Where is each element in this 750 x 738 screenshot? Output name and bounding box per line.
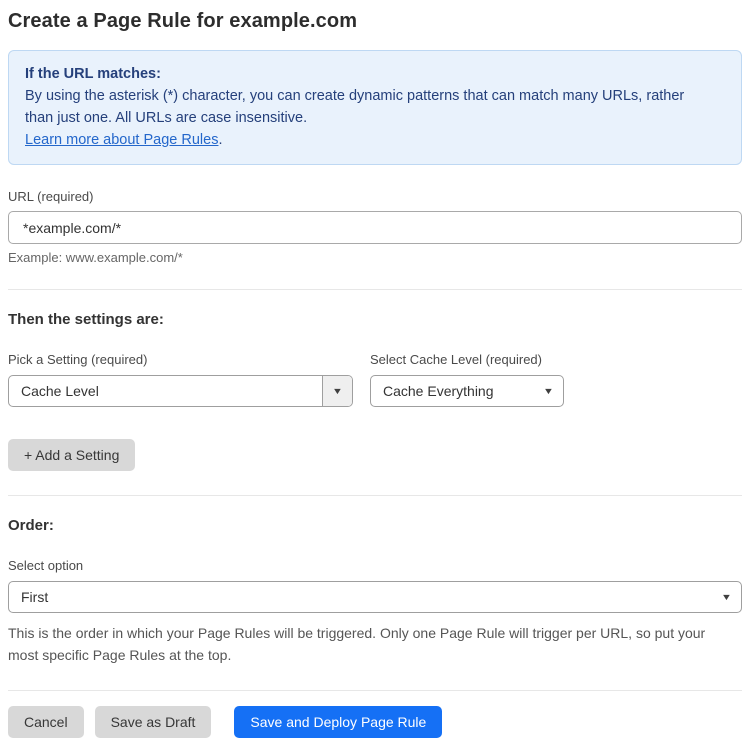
url-field-label: URL (required): [8, 189, 94, 204]
learn-more-link[interactable]: Learn more about Page Rules: [25, 132, 218, 148]
cancel-button[interactable]: Cancel: [8, 706, 84, 738]
save-and-deploy-button[interactable]: Save and Deploy Page Rule: [234, 706, 443, 738]
chevron-down-icon: ▼: [542, 386, 554, 396]
chevron-down-icon: ▼: [720, 592, 732, 602]
order-section-heading: Order:: [8, 517, 54, 534]
url-field-helper: Example: www.example.com/*: [8, 250, 183, 265]
info-box-body: By using the asterisk (*) character, you…: [25, 88, 685, 126]
setting-picker-arrow-button[interactable]: ▼: [322, 376, 352, 406]
settings-section-heading: Then the settings are:: [8, 311, 164, 328]
cache-level-label: Select Cache Level (required): [370, 352, 542, 367]
url-input[interactable]: [8, 211, 742, 244]
info-box-heading: If the URL matches:: [25, 66, 161, 82]
setting-picker-column: Pick a Setting (required) Cache Level ▼: [8, 352, 353, 407]
cache-level-column: Select Cache Level (required) Cache Ever…: [370, 352, 564, 407]
info-box-link-line: Learn more about Page Rules.: [25, 129, 725, 151]
settings-row: Pick a Setting (required) Cache Level ▼ …: [8, 352, 742, 407]
page-title: Create a Page Rule for example.com: [8, 10, 358, 32]
cache-level-arrow: ▼: [533, 386, 563, 396]
order-select-value: First: [21, 589, 49, 605]
cache-level-select[interactable]: Cache Everything ▼: [370, 375, 564, 407]
link-period: .: [218, 132, 223, 148]
order-select[interactable]: First ▼: [8, 581, 742, 613]
chevron-down-icon: ▼: [331, 386, 344, 396]
save-as-draft-button[interactable]: Save as Draft: [94, 706, 212, 738]
footer-actions: Cancel Save as Draft Save and Deploy Pag…: [8, 706, 742, 738]
order-helper-text: This is the order in which your Page Rul…: [8, 625, 706, 663]
add-setting-button[interactable]: + Add a Setting: [8, 439, 136, 471]
order-select-arrow: ▼: [711, 592, 741, 602]
section-divider: [8, 289, 742, 290]
order-select-label: Select option: [8, 558, 84, 573]
setting-picker-label: Pick a Setting (required): [8, 352, 148, 367]
setting-picker-select[interactable]: Cache Level ▼: [8, 375, 353, 407]
setting-picker-value: Cache Level: [21, 383, 99, 399]
section-divider: [8, 495, 742, 496]
url-match-info-box: If the URL matches: By using the asteris…: [8, 50, 742, 165]
cache-level-value: Cache Everything: [383, 383, 494, 399]
